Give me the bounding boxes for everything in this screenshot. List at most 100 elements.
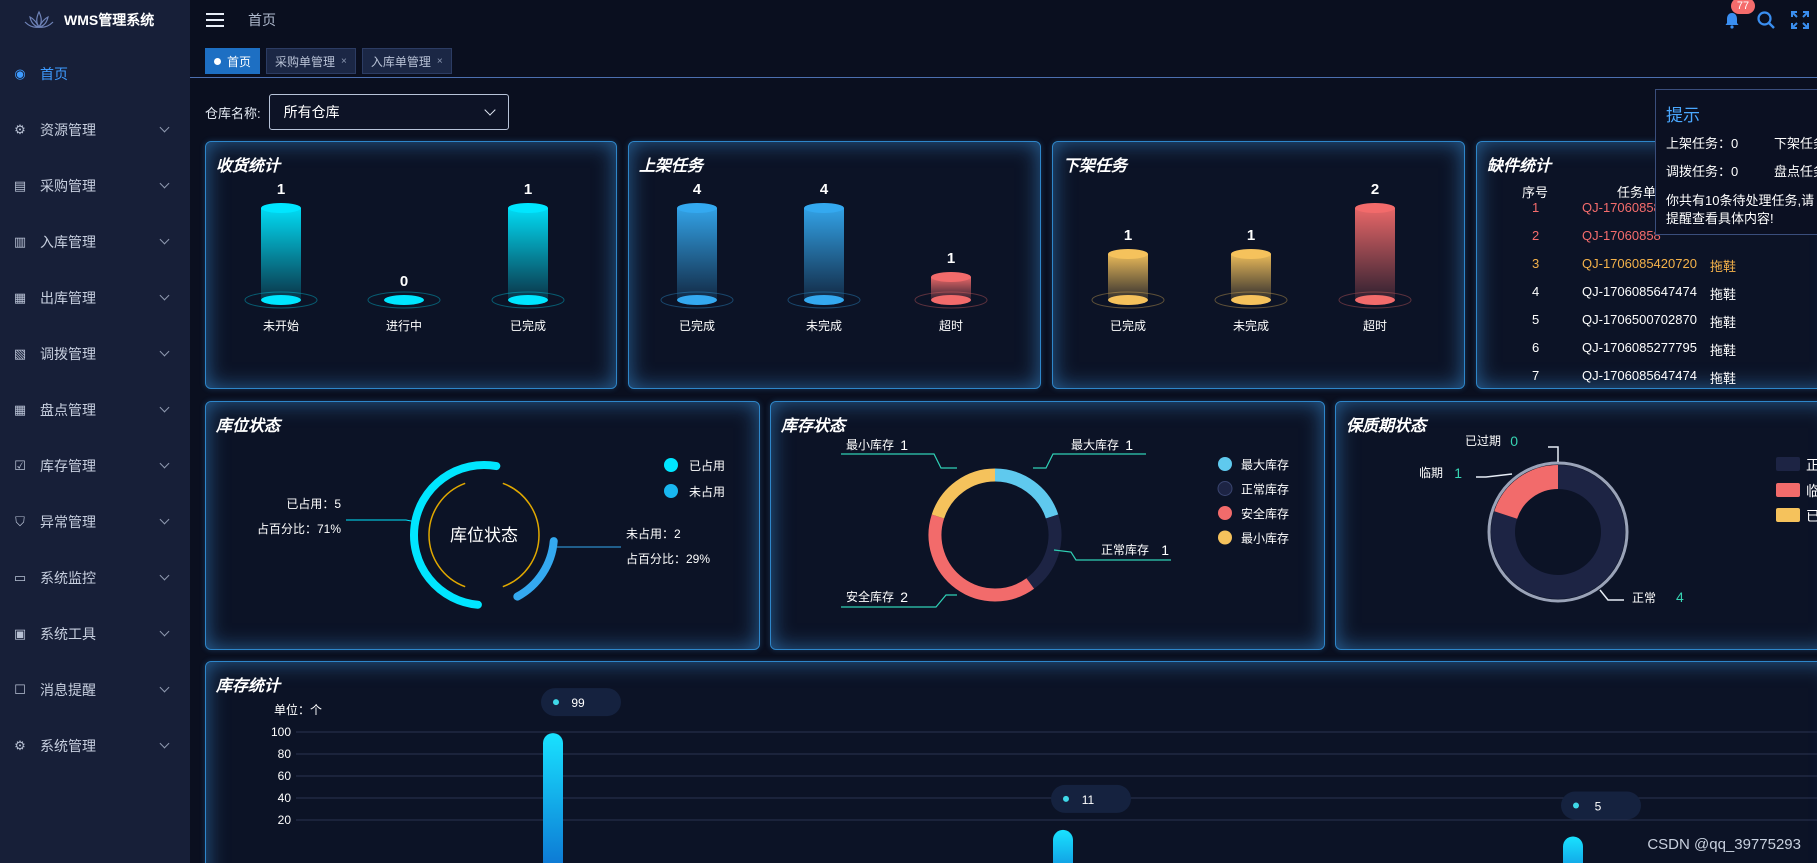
donut-callout-label: 正常库存 (1101, 542, 1149, 557)
donut-callout-label: 正常 (1632, 591, 1656, 605)
resource-icon: ⚙ (14, 122, 26, 137)
search-icon[interactable] (1749, 0, 1783, 40)
category-label: 已完成 (679, 318, 715, 333)
gauge-arc-free (513, 537, 558, 601)
category-label: 未开始 (263, 319, 299, 333)
category-label: 超时 (939, 318, 963, 333)
sidebar-item-2[interactable]: ▤ 采购管理 (0, 158, 190, 214)
sidebar-item-12[interactable]: ⚙ 系统管理 (0, 718, 190, 774)
sidebar-item-5[interactable]: ▧ 调拨管理 (0, 326, 190, 382)
sidebar-item-4[interactable]: ▦ 出库管理 (0, 270, 190, 326)
donut-callout-label: 已过期 (1465, 434, 1501, 448)
bar (261, 208, 301, 300)
gauge-free-label: 未占用：2 (626, 526, 681, 541)
putaway-tasks-panel: 上架任务 4 已完成 4 未完成 1 超时 (628, 141, 1041, 389)
category-label: 未完成 (1233, 318, 1269, 333)
sidebar-item-3[interactable]: ▥ 入库管理 (0, 214, 190, 270)
table-row[interactable]: 4 QJ-1706085647474 拖鞋 (1477, 284, 1817, 312)
column-header-task: 任务单 (1617, 185, 1657, 200)
receiving-stats-panel: 收货统计 1 未开始 0 进行中 1 已完成 (205, 141, 617, 389)
chevron-down-icon (159, 346, 170, 357)
bar (1563, 836, 1583, 863)
bar-value-label: 0 (400, 273, 408, 290)
row-number: 6 (1532, 340, 1540, 355)
menu-toggle-icon[interactable] (206, 13, 224, 27)
sidebar-item-11[interactable]: ☐ 消息提醒 (0, 662, 190, 718)
value-tooltip-dot (1063, 795, 1069, 802)
sidebar-item-9[interactable]: ▭ 系统监控 (0, 550, 190, 606)
close-icon[interactable]: × (341, 56, 347, 67)
warehouse-select[interactable]: 所有仓库 (268, 94, 509, 130)
sidebar-item-1[interactable]: ⚙ 资源管理 (0, 102, 190, 158)
legend-swatch-near-expiry (1776, 483, 1800, 497)
tab-purchase-orders[interactable]: 采购单管理 × (266, 48, 356, 74)
app-root: WMS管理系统 ◉ 首页 ⚙ 资源管理 ▤ 采购管理 ▥ 入库管理 ▦ 出库管理 ▧ 调拨管理 ▦ 盘点管… (0, 0, 1817, 863)
popup-putaway-count: 上架任务：0 (1666, 136, 1739, 151)
legend-label: 安全库存 (1241, 506, 1289, 521)
sidebar-item-8[interactable]: ⛉ 异常管理 (0, 494, 190, 550)
bar-bottom (261, 295, 301, 305)
sidebar-item-label: 调拨管理 (40, 346, 96, 362)
message-icon: ☐ (14, 682, 26, 697)
stock-stats-bar-chart: 单位：个 100 80 60 40 20 99 11 5 (271, 688, 1817, 863)
y-axis-unit: 单位：个 (274, 702, 322, 717)
bar (1053, 829, 1073, 863)
table-row[interactable]: 6 QJ-1706085277795 拖鞋 (1477, 340, 1817, 368)
inbound-icon: ▥ (13, 234, 27, 249)
brand: WMS管理系统 (0, 0, 190, 40)
legend-label-occupied: 已占用 (689, 458, 725, 473)
sidebar-item-label: 系统监控 (40, 570, 96, 586)
notification-bell-icon[interactable]: 77 (1715, 0, 1755, 40)
gauge-occupied-label: 已占用：5 (286, 496, 341, 511)
table-row[interactable]: 3 QJ-1706085420720 拖鞋 (1477, 256, 1817, 284)
chevron-down-icon (159, 738, 170, 749)
donut-callout-label: 安全库存 (846, 589, 894, 604)
bar-bottom (931, 295, 971, 305)
chevron-down-icon (483, 104, 496, 116)
row-item-type: 拖鞋 (1710, 343, 1737, 358)
category-label: 未完成 (806, 318, 842, 333)
donut-segment-1 (1494, 465, 1559, 520)
legend-dot (1218, 457, 1232, 471)
column-header-no: 序号 (1522, 185, 1549, 200)
sidebar-item-0[interactable]: ◉ 首页 (0, 46, 190, 102)
active-dot-icon (214, 57, 221, 65)
sidebar-item-label: 资源管理 (40, 122, 96, 138)
table-row[interactable]: 7 QJ-1706085647474 拖鞋 (1477, 368, 1817, 388)
bar (543, 733, 563, 863)
table-row[interactable]: 5 QJ-1706500702870 拖鞋 (1477, 312, 1817, 340)
tab-home[interactable]: 首页 (205, 48, 261, 74)
row-number: 5 (1532, 312, 1540, 327)
row-number: 4 (1532, 284, 1540, 299)
row-item-type: 拖鞋 (1710, 315, 1737, 330)
toolbox-icon: ▣ (13, 626, 27, 641)
tab-label: 首页 (227, 54, 252, 69)
bar (804, 208, 844, 300)
chevron-down-icon (159, 234, 170, 245)
lotus-logo-icon (24, 10, 54, 29)
donut-callout-value: 1 (1454, 465, 1462, 481)
y-tick-label: 80 (278, 747, 292, 761)
chevron-down-icon (159, 402, 170, 413)
chevron-down-icon (159, 570, 170, 581)
tab-inbound-orders[interactable]: 入库单管理 × (361, 48, 452, 74)
legend-dot-occupied (664, 458, 678, 472)
stock-status-donut-chart: 最小库存 1 最大库存 1正常库存 1安全库存 2最大库存正常库存安全库存最小库存 (841, 437, 1289, 608)
chevron-down-icon (159, 290, 170, 301)
bar (1355, 208, 1395, 300)
value-tooltip-label: 5 (1595, 800, 1602, 814)
bar (508, 208, 548, 300)
fullscreen-icon[interactable] (1783, 0, 1817, 40)
sidebar-item-7[interactable]: ☑ 库存管理 (0, 438, 190, 494)
sidebar-item-10[interactable]: ▣ 系统工具 (0, 606, 190, 662)
close-icon[interactable]: × (437, 56, 443, 67)
sidebar-item-label: 消息提醒 (40, 682, 96, 698)
popup-message-line1: 你共有10条待处理任务,请 (1666, 193, 1815, 208)
breadcrumb[interactable]: 首页 (248, 10, 276, 30)
gauge-center-label: 库位状态 (450, 526, 518, 545)
donut-callout-value: 0 (1510, 433, 1518, 449)
reminder-popup[interactable]: 提示 上架任务：0 下架任务 调拨任务：0 盘点任务 你共有10条待处理任务,请… (1655, 89, 1817, 235)
topbar: 首页 77 (190, 0, 1817, 40)
row-number: 3 (1532, 256, 1540, 271)
sidebar-item-6[interactable]: ▦ 盘点管理 (0, 382, 190, 438)
